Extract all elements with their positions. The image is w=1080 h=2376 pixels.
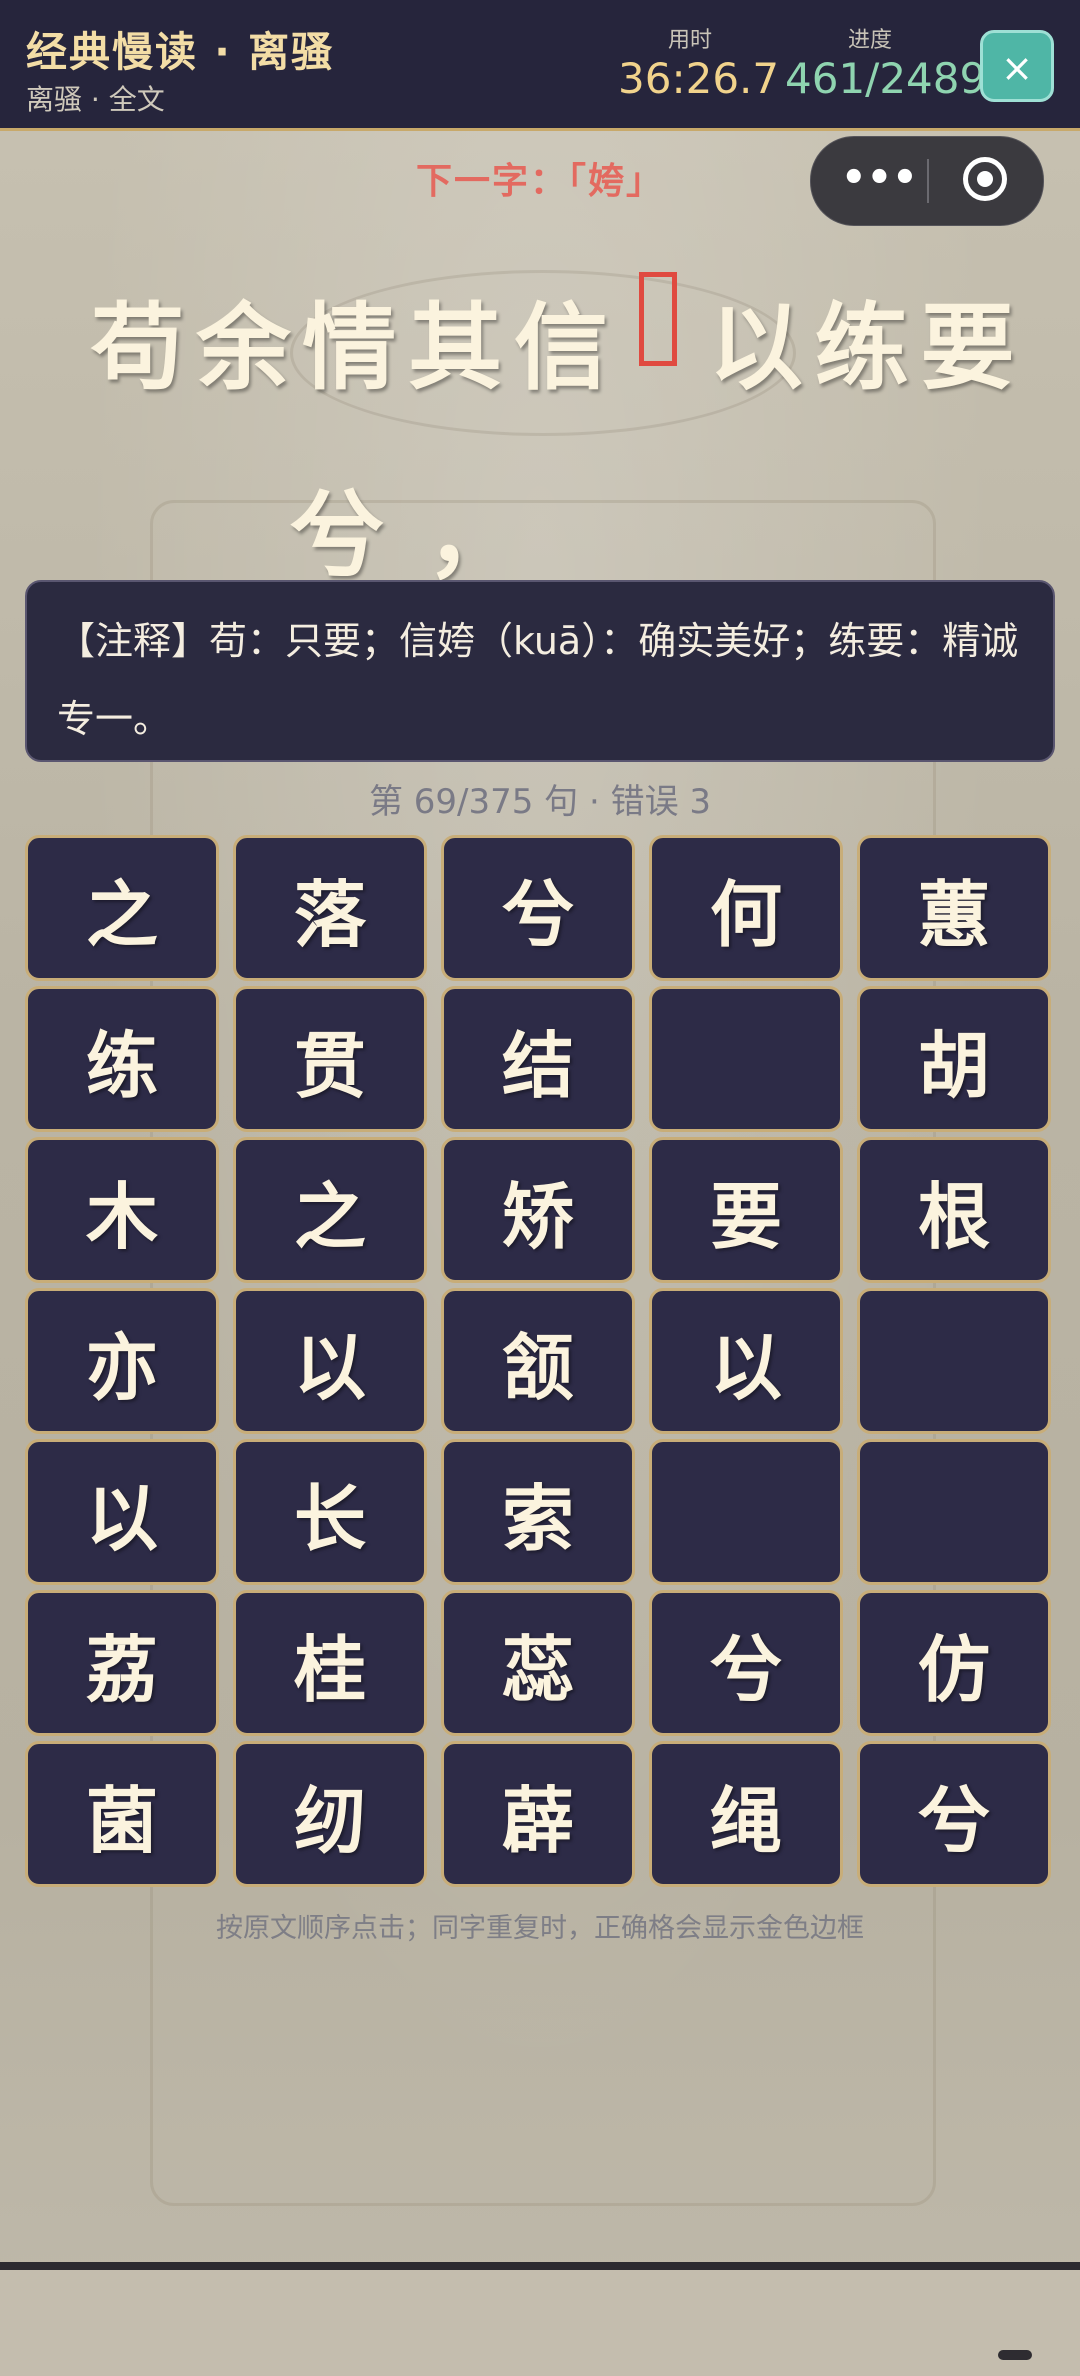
bottom-divider (0, 2262, 1080, 2270)
verse-char: 其 (408, 293, 503, 403)
close-icon: × (1001, 46, 1033, 90)
char-tile[interactable]: 仿 (857, 1590, 1051, 1736)
char-tile[interactable]: 之 (233, 1137, 427, 1283)
page-subtitle: 离骚 · 全文 (26, 83, 165, 116)
char-tile[interactable]: 要 (649, 1137, 843, 1283)
char-tile[interactable]: 蕊 (441, 1590, 635, 1736)
page-title: 经典慢读 · 离骚 (26, 28, 335, 76)
verse-char: 兮 (290, 481, 385, 591)
char-tile[interactable]: 颔 (441, 1288, 635, 1434)
annotation-box: 【注释】苟：只要；信姱（kuā）：确实美好；练要：精诚专一。 (25, 580, 1055, 762)
miniprogram-capsule: ••• (810, 136, 1044, 226)
home-indicator (998, 2350, 1032, 2360)
char-tile[interactable]: 练 (25, 986, 219, 1132)
more-icon[interactable]: ••• (841, 153, 918, 203)
verse-char: 余 (196, 293, 291, 403)
char-tile[interactable] (649, 986, 843, 1132)
verse-line-1: 苟 余 情 其 信 以 练 要 (85, 272, 1020, 408)
char-tile[interactable]: 亦 (25, 1288, 219, 1434)
char-tile[interactable]: 绳 (649, 1741, 843, 1887)
progress-label: 进度 (848, 28, 893, 53)
sentence-status: 第 69/375 句 · 错误 3 (368, 782, 712, 822)
verse-char: 要 (920, 293, 1015, 403)
top-bar: 经典慢读 · 离骚 离骚 · 全文 用时 36:26.7 进度 461/2489… (0, 0, 1080, 131)
verse-char: 练 (814, 293, 909, 403)
char-tile[interactable]: 兮 (857, 1741, 1051, 1887)
char-tile[interactable]: 菌 (25, 1741, 219, 1887)
char-tile[interactable]: 兮 (441, 835, 635, 981)
capsule-divider (927, 159, 929, 203)
char-tile[interactable]: 贯 (233, 986, 427, 1132)
char-tile[interactable]: 结 (441, 986, 635, 1132)
char-tile[interactable]: 根 (857, 1137, 1051, 1283)
character-grid: 之落兮何蕙练贯结胡木之矫要根亦以颔以以长索荔桂蕊兮仿菌纫薜绳兮 (25, 835, 1055, 1887)
verse-char: 情 (302, 293, 397, 403)
verse-char: 苟 (90, 293, 185, 403)
char-tile[interactable]: 纫 (233, 1741, 427, 1887)
char-tile[interactable]: 薜 (441, 1741, 635, 1887)
char-tile[interactable]: 蕙 (857, 835, 1051, 981)
current-blank-slot (639, 272, 678, 366)
close-button[interactable]: × (980, 30, 1054, 102)
instruction-hint: 按原文顺序点击；同字重复时，正确格会显示金色边框 (216, 1913, 864, 1944)
char-tile[interactable]: 何 (649, 835, 843, 981)
char-tile[interactable]: 索 (441, 1439, 635, 1585)
char-tile[interactable] (649, 1439, 843, 1585)
char-tile[interactable]: 以 (233, 1288, 427, 1434)
char-tile[interactable]: 荔 (25, 1590, 219, 1736)
char-tile[interactable] (857, 1439, 1051, 1585)
verse-line-2: 兮 ， (290, 460, 520, 596)
progress-value: 461/2489 (785, 54, 987, 103)
char-tile[interactable]: 之 (25, 835, 219, 981)
bottom-strip (0, 2270, 1080, 2376)
char-tile[interactable]: 以 (649, 1288, 843, 1434)
char-tile[interactable]: 长 (233, 1439, 427, 1585)
time-value: 36:26.7 (618, 54, 780, 103)
target-icon[interactable] (963, 157, 1007, 201)
char-tile[interactable]: 胡 (857, 986, 1051, 1132)
char-tile[interactable]: 兮 (649, 1590, 843, 1736)
char-tile[interactable]: 以 (25, 1439, 219, 1585)
verse-char: ， (425, 481, 520, 591)
char-tile[interactable] (857, 1288, 1051, 1434)
verse-char: 以 (708, 293, 803, 403)
verse-char: 信 (513, 293, 608, 403)
char-tile[interactable]: 矫 (441, 1137, 635, 1283)
char-tile[interactable]: 桂 (233, 1590, 427, 1736)
char-tile[interactable]: 落 (233, 835, 427, 981)
time-label: 用时 (668, 28, 713, 53)
char-tile[interactable]: 木 (25, 1137, 219, 1283)
